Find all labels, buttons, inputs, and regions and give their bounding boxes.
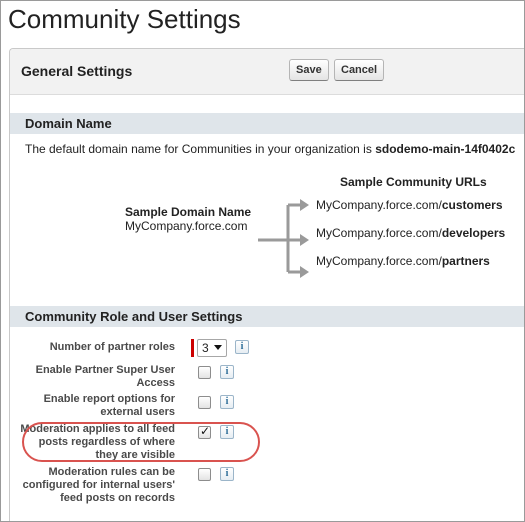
cancel-button[interactable]: Cancel xyxy=(334,59,385,81)
url-prefix: MyCompany.force.com/ xyxy=(316,254,442,268)
url-suffix: developers xyxy=(441,226,506,240)
domain-value: sdodemo-main-14f0402c xyxy=(375,142,516,156)
domain-description-text: The default domain name for Communities … xyxy=(25,142,376,156)
sample-url-developers: MyCompany.force.com/developers xyxy=(316,226,505,240)
sample-url-customers: MyCompany.force.com/customers xyxy=(316,198,503,212)
url-prefix: MyCompany.force.com/ xyxy=(316,226,442,240)
partner-roles-select-box[interactable]: 3 xyxy=(197,339,227,357)
sample-url-partners: MyCompany.force.com/partners xyxy=(316,254,490,268)
domain-section-header: Domain Name xyxy=(10,112,524,134)
partner-super-user-checkbox[interactable] xyxy=(198,366,211,379)
settings-panel: General Settings Save Cancel Domain Name… xyxy=(9,48,524,521)
partner-roles-select[interactable]: 3 xyxy=(191,339,227,357)
general-settings-title: General Settings xyxy=(21,63,133,79)
partner-roles-label: Number of partner roles xyxy=(49,341,175,353)
domain-section-title: Domain Name xyxy=(25,116,112,131)
url-branch-diagram xyxy=(258,199,309,278)
info-icon[interactable]: i xyxy=(235,340,249,354)
partner-super-user-label: Enable Partner Super User Access xyxy=(35,364,175,389)
info-icon[interactable]: i xyxy=(220,395,234,409)
highlight-annotation xyxy=(22,422,260,462)
chevron-down-icon xyxy=(214,345,222,350)
info-icon[interactable]: i xyxy=(220,467,234,481)
page-title: Community Settings xyxy=(8,4,241,34)
panel-header: General Settings Save Cancel xyxy=(10,49,524,95)
domain-description: The default domain name for Communities … xyxy=(25,142,515,156)
report-options-label: Enable report options for external users xyxy=(43,393,175,418)
partner-roles-value: 3 xyxy=(202,341,209,355)
moderation-internal-label: Moderation rules can be configured for i… xyxy=(22,466,175,504)
url-suffix: customers xyxy=(441,198,503,212)
url-prefix: MyCompany.force.com/ xyxy=(316,198,442,212)
save-button[interactable]: Save xyxy=(289,59,329,81)
url-suffix: partners xyxy=(441,254,490,268)
sample-domain-label: Sample Domain Name xyxy=(125,205,252,219)
report-options-checkbox[interactable] xyxy=(198,396,211,409)
window: Community Settings General Settings Save… xyxy=(0,0,525,522)
roles-section-header: Community Role and User Settings xyxy=(10,305,524,327)
sample-urls-heading: Sample Community URLs xyxy=(340,175,487,189)
sample-domain-value: MyCompany.force.com xyxy=(125,219,248,233)
roles-section-title: Community Role and User Settings xyxy=(25,309,243,324)
info-icon[interactable]: i xyxy=(220,365,234,379)
moderation-internal-checkbox[interactable] xyxy=(198,468,211,481)
